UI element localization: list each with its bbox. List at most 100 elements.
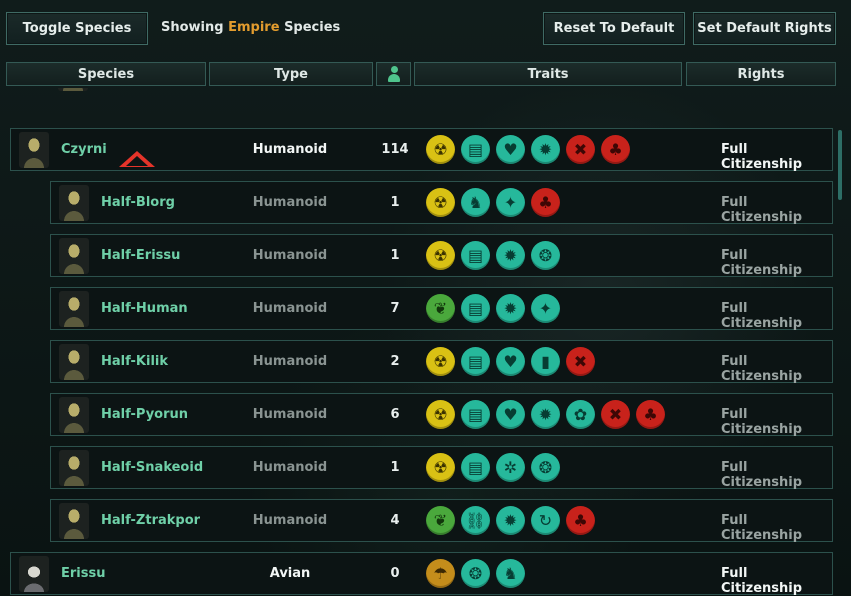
species-row[interactable]: Half-Snakeoid Humanoid 1 ☢ ▤ ✲ ❂ Full Citizensh… (50, 446, 833, 490)
trait-icon[interactable]: ✦ (531, 294, 560, 323)
species-row[interactable]: Half-Kilik Humanoid 2 ☢ ▤ ♥ ▮ ✖ Full Citizenship (50, 340, 833, 384)
species-row[interactable]: Erissu Avian 0 ☂ ❂ ♞ Full Citizenship (10, 552, 833, 596)
trait-icon[interactable]: ✦ (496, 188, 525, 217)
trait-icon[interactable]: ☢ (426, 400, 455, 429)
trait-icon[interactable]: ▤ (461, 453, 490, 482)
column-header-traits[interactable]: Traits (414, 62, 682, 86)
showing-prefix: Showing (161, 20, 224, 35)
trait-icon[interactable]: ☂ (426, 559, 455, 588)
trait-icon[interactable]: ♥ (496, 347, 525, 376)
species-row[interactable]: Half-XaniReptilian3✺▤◉Full Citizenship (50, 88, 833, 95)
trait-icon[interactable]: ♣ (601, 135, 630, 164)
species-population: 2 (390, 354, 400, 369)
trait-list: ☢ ▤ ♥ ▮ ✖ (426, 347, 595, 376)
trait-list: ☢ ♞ ✦ ♣ (426, 188, 560, 217)
showing-suffix: Species (284, 20, 341, 35)
trait-icon[interactable]: ❦ (426, 294, 455, 323)
trait-icon[interactable]: ☢ (426, 241, 455, 270)
species-row[interactable]: Half-Pyorun Humanoid 6 ☢ ▤ ♥ ✹ ✿ ✖ ♣ Full Citizens… (50, 393, 833, 437)
set-default-rights-button[interactable]: Set Default Rights (693, 12, 836, 45)
collapse-caret-icon[interactable] (119, 151, 155, 167)
species-population: 114 (381, 142, 409, 157)
trait-icon[interactable]: ↻ (531, 506, 560, 535)
trait-icon[interactable]: ▤ (461, 347, 490, 376)
trait-icon[interactable]: ☢ (426, 135, 455, 164)
trait-icon[interactable]: ☢ (426, 453, 455, 482)
species-name: Half-Ztrakpor (101, 513, 201, 528)
trait-icon[interactable]: ♣ (566, 506, 595, 535)
trait-icon[interactable]: ▤ (461, 294, 490, 323)
trait-icon[interactable]: ✹ (496, 506, 525, 535)
column-header-species[interactable]: Species (6, 62, 206, 86)
trait-icon[interactable]: ▤ (461, 400, 490, 429)
species-rights: Full Citizenship (721, 566, 803, 596)
species-rights: Full Citizenship (721, 195, 803, 225)
trait-icon[interactable]: ♣ (636, 400, 665, 429)
trait-icon[interactable]: ❦ (426, 506, 455, 535)
species-portrait (59, 397, 89, 433)
trait-icon[interactable]: ✖ (601, 400, 630, 429)
trait-icon[interactable]: ♣ (531, 188, 560, 217)
trait-icon[interactable]: ⛓ (461, 506, 490, 535)
species-portrait (59, 344, 89, 380)
trait-list: ☢ ▤ ♥ ✹ ✿ ✖ ♣ (426, 400, 665, 429)
trait-icon[interactable]: ✿ (566, 400, 595, 429)
species-rights: Full Citizenship (721, 142, 803, 172)
population-icon (387, 66, 400, 82)
toggle-species-button[interactable]: Toggle Species (6, 12, 148, 45)
species-type: Humanoid (252, 460, 328, 475)
species-row[interactable]: Half-Blorg Humanoid 1 ☢ ♞ ✦ ♣ Full Citizenship (50, 181, 833, 225)
trait-icon[interactable]: ▤ (461, 135, 490, 164)
species-population: 7 (390, 301, 400, 316)
trait-icon[interactable]: ☢ (426, 347, 455, 376)
column-header-rights[interactable]: Rights (686, 62, 836, 86)
trait-list: ☂ ❂ ♞ (426, 559, 525, 588)
species-type: Humanoid (252, 142, 328, 157)
species-rights: Full Citizenship (721, 248, 803, 278)
trait-icon[interactable]: ✹ (531, 400, 560, 429)
species-name: Half-Human (101, 301, 188, 316)
species-type: Humanoid (252, 513, 328, 528)
scrollbar-thumb[interactable] (838, 130, 842, 200)
trait-icon[interactable]: ✖ (566, 347, 595, 376)
species-portrait (59, 238, 89, 274)
reset-to-default-button[interactable]: Reset To Default (543, 12, 685, 45)
trait-icon[interactable]: ♥ (496, 135, 525, 164)
trait-icon[interactable]: ✹ (496, 241, 525, 270)
species-name: Half-Kilik (101, 354, 169, 369)
species-type: Humanoid (252, 301, 328, 316)
trait-icon[interactable]: ♞ (496, 559, 525, 588)
trait-icon[interactable]: ♥ (496, 400, 525, 429)
species-row[interactable]: Half-Erissu Humanoid 1 ☢ ▤ ✹ ❂ Full Citizenship (50, 234, 833, 278)
species-population: 1 (390, 195, 400, 210)
species-name: Half-Erissu (101, 248, 181, 263)
trait-icon[interactable]: ▤ (461, 241, 490, 270)
trait-icon[interactable]: ☢ (426, 188, 455, 217)
species-type: Avian (269, 566, 311, 581)
trait-list: ☢ ▤ ♥ ✹ ✖ ♣ (426, 135, 630, 164)
species-population: 0 (390, 566, 400, 581)
showing-label: Showing Empire Species (161, 20, 340, 35)
trait-icon[interactable]: ▮ (531, 347, 560, 376)
species-rights: Full Citizenship (721, 354, 803, 384)
species-row[interactable]: Half-Human Humanoid 7 ❦ ▤ ✹ ✦ Full Citizenship (50, 287, 833, 331)
trait-list: ❦ ⛓ ✹ ↻ ♣ (426, 506, 595, 535)
species-portrait (19, 556, 49, 592)
trait-icon[interactable]: ❂ (531, 241, 560, 270)
trait-icon[interactable]: ✹ (531, 135, 560, 164)
trait-list: ☢ ▤ ✹ ❂ (426, 241, 560, 270)
trait-icon[interactable]: ♞ (461, 188, 490, 217)
trait-icon[interactable]: ✖ (566, 135, 595, 164)
species-portrait (58, 88, 88, 91)
trait-icon[interactable]: ✲ (496, 453, 525, 482)
trait-icon[interactable]: ❂ (531, 453, 560, 482)
trait-icon[interactable]: ✹ (496, 294, 525, 323)
column-header-population[interactable] (376, 62, 411, 86)
species-portrait (19, 132, 49, 168)
species-row[interactable]: Czyrni Humanoid 114 ☢ ▤ ♥ ✹ ✖ ♣ Full Citizenship (10, 128, 833, 172)
trait-icon[interactable]: ❂ (461, 559, 490, 588)
species-list: Half-XaniReptilian3✺▤◉Full Citizenship Cz… (0, 88, 851, 596)
species-portrait (59, 503, 89, 539)
column-header-type[interactable]: Type (209, 62, 373, 86)
species-row[interactable]: Half-Ztrakpor Humanoid 4 ❦ ⛓ ✹ ↻ ♣ Full Citizens… (50, 499, 833, 543)
